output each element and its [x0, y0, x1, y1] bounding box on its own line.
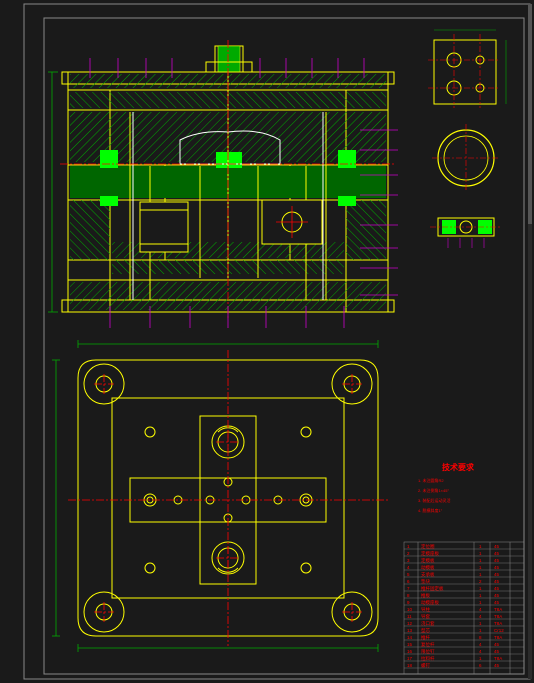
svg-text:18: 18 [407, 663, 413, 668]
svg-text:9: 9 [407, 600, 410, 605]
note-line-1: 2. 未注倒角1×45° [418, 487, 449, 493]
svg-text:浇口套: 浇口套 [421, 620, 435, 627]
svg-text:4: 4 [479, 607, 482, 612]
tech-requirements: 技术要求 1. 未注圆角R2 2. 未注倒角1×45° 3. 装配后运动灵活 4… [418, 462, 475, 513]
svg-text:1: 1 [479, 551, 482, 556]
svg-text:T8A: T8A [494, 607, 502, 612]
bom-text: 1 定位圈 1 45 2 定模座板 1 45 3 定模板 1 45 4 动模板 1 45 5 支承板 1 45… [407, 543, 504, 669]
svg-text:导柱: 导柱 [421, 606, 430, 613]
svg-text:2: 2 [407, 551, 410, 556]
plan-view-bottom [52, 340, 388, 652]
scrollbar-thumb[interactable] [528, 4, 532, 224]
svg-text:5: 5 [407, 572, 410, 577]
svg-text:动模座板: 动模座板 [421, 599, 439, 606]
svg-text:8: 8 [479, 635, 482, 640]
svg-text:17: 17 [407, 656, 413, 661]
svg-text:推板: 推板 [421, 592, 430, 599]
svg-text:45: 45 [494, 586, 500, 591]
svg-text:1: 1 [479, 593, 482, 598]
svg-text:45: 45 [494, 642, 500, 647]
svg-text:1: 1 [479, 621, 482, 626]
svg-text:定模座板: 定模座板 [421, 550, 439, 557]
svg-text:1: 1 [479, 544, 482, 549]
svg-text:1: 1 [479, 600, 482, 605]
detail-view-slot [430, 218, 500, 248]
svg-text:4: 4 [479, 614, 482, 619]
svg-text:3: 3 [407, 558, 410, 563]
svg-text:14: 14 [407, 635, 413, 640]
section-view-top [48, 40, 398, 328]
svg-text:45: 45 [494, 544, 500, 549]
svg-text:T8A: T8A [494, 621, 502, 626]
svg-text:复位杆: 复位杆 [421, 641, 435, 648]
svg-text:螺钉: 螺钉 [421, 662, 430, 669]
svg-text:导套: 导套 [421, 613, 430, 620]
svg-text:45: 45 [494, 593, 500, 598]
svg-text:45: 45 [494, 572, 500, 577]
svg-text:4: 4 [479, 642, 482, 647]
svg-text:10: 10 [407, 607, 413, 612]
svg-text:6: 6 [407, 579, 410, 584]
svg-text:垫块: 垫块 [421, 578, 430, 585]
svg-text:45: 45 [494, 558, 500, 563]
svg-text:11: 11 [407, 614, 412, 619]
svg-text:T8A: T8A [494, 635, 502, 640]
svg-text:45: 45 [494, 663, 500, 668]
svg-text:推杆: 推杆 [421, 634, 430, 641]
notes-header: 技术要求 [442, 462, 475, 472]
svg-text:推杆固定板: 推杆固定板 [421, 585, 444, 592]
svg-text:45: 45 [494, 551, 500, 556]
svg-text:1: 1 [479, 656, 482, 661]
svg-text:1: 1 [479, 586, 482, 591]
svg-text:16: 16 [407, 649, 413, 654]
svg-text:动模板: 动模板 [421, 564, 435, 571]
svg-text:15: 15 [407, 642, 413, 647]
note-line-3: 4. 脱模斜度1° [418, 507, 443, 513]
svg-text:4: 4 [479, 649, 482, 654]
svg-text:定位圈: 定位圈 [421, 543, 435, 550]
svg-text:45: 45 [494, 649, 500, 654]
svg-text:Cr12: Cr12 [494, 628, 504, 633]
svg-text:型芯: 型芯 [421, 627, 430, 633]
svg-text:T8A: T8A [494, 614, 502, 619]
svg-text:7: 7 [407, 586, 410, 591]
cad-drawing-canvas[interactable]: 技术要求 1. 未注圆角R2 2. 未注倒角1×45° 3. 装配后运动灵活 4… [0, 0, 534, 683]
svg-text:45: 45 [494, 600, 500, 605]
bom-table: 1 定位圈 1 45 2 定模座板 1 45 3 定模板 1 45 4 动模板 1 45 5 支承板 1 45… [404, 542, 524, 674]
detail-view-top-right [428, 30, 506, 108]
svg-text:1: 1 [479, 558, 482, 563]
svg-text:T8A: T8A [494, 656, 502, 661]
svg-text:1: 1 [479, 565, 482, 570]
svg-text:12: 12 [407, 621, 413, 626]
svg-text:6: 6 [479, 663, 482, 668]
svg-text:定模板: 定模板 [421, 557, 435, 564]
svg-text:1: 1 [479, 628, 482, 633]
note-line-0: 1. 未注圆角R2 [418, 477, 444, 483]
svg-text:8: 8 [407, 593, 410, 598]
svg-text:1: 1 [479, 572, 482, 577]
note-line-2: 3. 装配后运动灵活 [418, 497, 450, 503]
svg-text:拉料杆: 拉料杆 [421, 655, 435, 662]
svg-text:支承板: 支承板 [421, 571, 435, 578]
svg-text:1: 1 [407, 544, 410, 549]
svg-text:45: 45 [494, 565, 500, 570]
detail-view-circle [432, 124, 500, 192]
svg-text:45: 45 [494, 579, 500, 584]
svg-text:13: 13 [407, 628, 413, 633]
svg-text:4: 4 [407, 565, 410, 570]
svg-text:限位钉: 限位钉 [421, 648, 435, 655]
svg-text:2: 2 [479, 579, 482, 584]
